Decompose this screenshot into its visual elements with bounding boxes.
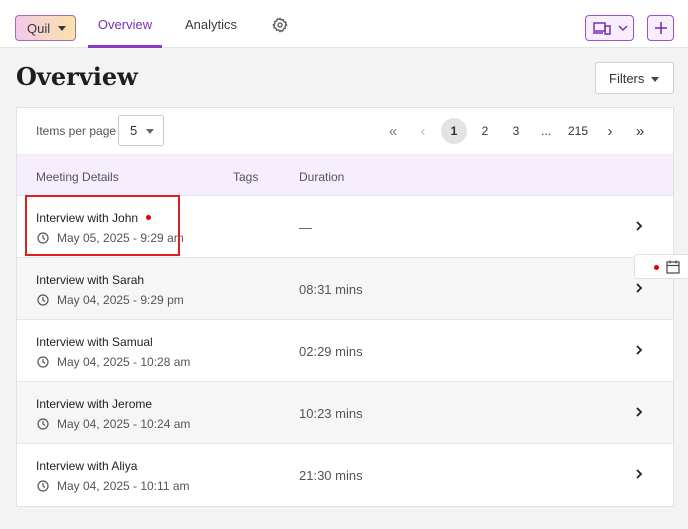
table-row[interactable]: Interview with Aliya May 04, 2025 - 10:1… [17, 444, 673, 506]
meeting-datetime: May 04, 2025 - 10:11 am [37, 479, 190, 493]
table-row[interactable]: Interview with Sarah May 04, 2025 - 9:29… [17, 258, 673, 320]
meeting-duration: — [299, 220, 312, 235]
meeting-date: May 04, 2025 - 10:24 am [57, 417, 191, 431]
clock-icon [37, 232, 49, 244]
first-page-icon[interactable]: « [383, 118, 403, 144]
chevron-right-icon[interactable] [634, 406, 644, 418]
devices-icon [593, 22, 611, 35]
meeting-duration: 02:29 mins [299, 344, 363, 359]
meeting-date: May 05, 2025 - 9:29 am [57, 231, 184, 245]
floating-calendar-tab[interactable] [634, 254, 688, 279]
caret-down-icon [146, 129, 154, 134]
meeting-title: Interview with Jerome [36, 397, 153, 411]
meeting-title-text: Interview with John [36, 211, 139, 225]
meeting-datetime: May 04, 2025 - 10:24 am [37, 417, 190, 431]
caret-down-icon [651, 77, 659, 82]
pagination-ellipsis: ... [540, 124, 551, 138]
meeting-date: May 04, 2025 - 10:28 am [57, 355, 191, 369]
chevron-right-icon[interactable] [634, 220, 644, 232]
meeting-duration: 21:30 mins [299, 468, 363, 483]
tab-overview[interactable]: Overview [88, 0, 162, 48]
table-header: Meeting Details Tags Duration [17, 154, 673, 196]
column-duration[interactable]: Duration [299, 170, 344, 184]
top-bar: Quil Overview Analytics [0, 0, 688, 48]
workspace-label: Quil [27, 20, 51, 36]
page-1[interactable]: 1 [441, 118, 467, 144]
table-row[interactable]: Interview with Jerome May 04, 2025 - 10:… [17, 382, 673, 444]
filters-label: Filters [609, 70, 645, 86]
meeting-duration: 10:23 mins [299, 406, 363, 421]
device-menu-button[interactable] [585, 15, 634, 41]
next-page-icon[interactable]: › [602, 118, 618, 144]
meeting-title: Interview with Samual [36, 335, 153, 349]
page-3[interactable]: 3 [508, 118, 524, 144]
clock-icon [37, 294, 49, 306]
meeting-title: Interview with Aliya [36, 459, 138, 473]
meeting-datetime: May 04, 2025 - 9:29 pm [37, 293, 184, 307]
meetings-card: Items per page 5 « ‹ 1 2 3 ... 215 › » M… [16, 107, 674, 507]
meeting-title: Interview with John [36, 211, 152, 225]
column-meeting-details[interactable]: Meeting Details [36, 170, 119, 184]
caret-down-icon [58, 26, 66, 31]
calendar-icon [666, 260, 680, 274]
clock-icon [37, 480, 49, 492]
page-2[interactable]: 2 [477, 118, 493, 144]
filters-button[interactable]: Filters [595, 62, 674, 94]
items-per-page-label: Items per page [36, 124, 117, 138]
workspace-dropdown[interactable]: Quil [15, 15, 76, 41]
page-last[interactable]: 215 [566, 118, 590, 144]
clock-icon [37, 356, 49, 368]
page-title: Overview [16, 62, 138, 91]
meeting-datetime: May 05, 2025 - 9:29 am [37, 231, 184, 245]
meeting-date: May 04, 2025 - 10:11 am [57, 479, 190, 493]
chevron-right-icon[interactable] [634, 344, 644, 356]
plus-icon [655, 22, 667, 34]
meeting-duration: 08:31 mins [299, 282, 363, 297]
column-tags[interactable]: Tags [233, 170, 258, 184]
chevron-right-icon[interactable] [634, 282, 644, 294]
chevron-right-icon[interactable] [634, 468, 644, 480]
items-per-page-select[interactable]: 5 [118, 115, 164, 146]
table-row[interactable]: Interview with Samual May 04, 2025 - 10:… [17, 320, 673, 382]
tab-analytics[interactable]: Analytics [178, 0, 244, 48]
gear-icon[interactable] [272, 17, 288, 33]
new-indicator-dot [146, 215, 152, 221]
table-row[interactable]: Interview with John May 05, 2025 - 9:29 … [17, 196, 673, 258]
prev-page-icon[interactable]: ‹ [415, 118, 431, 144]
last-page-icon[interactable]: » [630, 118, 650, 144]
meeting-date: May 04, 2025 - 9:29 pm [57, 293, 184, 307]
items-per-page-value: 5 [130, 123, 138, 138]
meeting-datetime: May 04, 2025 - 10:28 am [37, 355, 190, 369]
recording-dot [654, 265, 659, 270]
meeting-title: Interview with Sarah [36, 273, 145, 287]
clock-icon [37, 418, 49, 430]
chevron-down-icon [618, 25, 628, 32]
add-button[interactable] [647, 15, 674, 41]
